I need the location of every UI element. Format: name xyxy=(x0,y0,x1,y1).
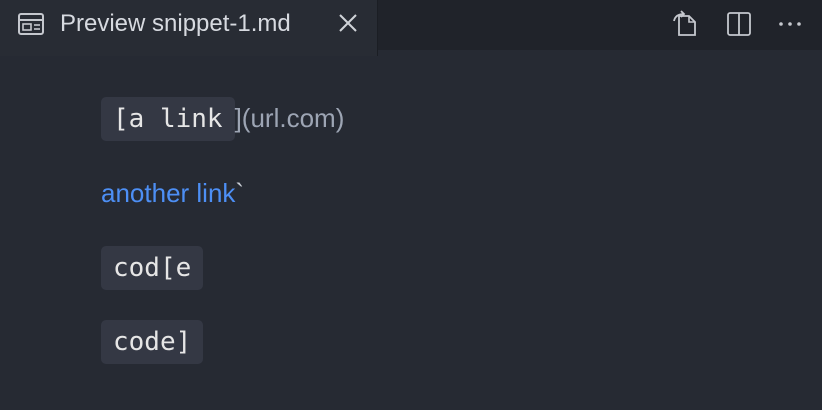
link[interactable]: another link xyxy=(101,178,235,208)
plain-text: ](url.com) xyxy=(234,103,345,133)
title-bar: Preview snippet-1.md xyxy=(0,0,822,56)
plain-text: ` xyxy=(235,178,245,208)
markdown-preview: [a link](url.com) another link` cod[e co… xyxy=(0,56,822,410)
preview-line-2: another link` xyxy=(101,178,244,208)
preview-line-4: code] xyxy=(101,320,204,364)
preview-line-1: [a link](url.com) xyxy=(101,97,344,141)
inline-code: [a link xyxy=(101,97,235,141)
open-source-icon[interactable] xyxy=(670,8,702,40)
inline-code: cod[e xyxy=(101,246,204,290)
inline-code: code] xyxy=(101,320,204,364)
preview-icon xyxy=(18,13,44,35)
ellipsis-icon[interactable] xyxy=(774,8,806,40)
split-editor-icon[interactable] xyxy=(723,8,755,40)
tab-preview[interactable]: Preview snippet-1.md xyxy=(0,0,378,56)
close-icon[interactable] xyxy=(337,12,359,34)
preview-line-3: cod[e xyxy=(101,246,204,290)
tab-title: Preview snippet-1.md xyxy=(60,10,291,37)
